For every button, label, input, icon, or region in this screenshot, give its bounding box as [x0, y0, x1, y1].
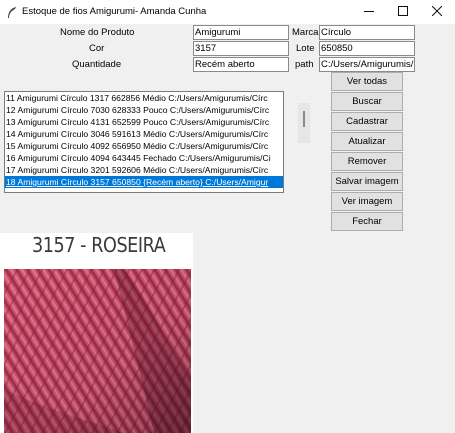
close-icon [431, 5, 443, 18]
list-item[interactable]: 17 Amigurumi Círculo 3201 592606 Médio C… [5, 164, 283, 176]
title-bar[interactable]: Estoque de fios Amigurumi- Amanda Cunha [0, 0, 455, 24]
records-listbox[interactable]: 11 Amigurumi Círculo 1317 662856 Médio C… [4, 91, 284, 193]
fechar-button[interactable]: Fechar [331, 212, 403, 231]
remover-button[interactable]: Remover [331, 152, 403, 171]
cor-label: Cor [89, 43, 105, 54]
quantidade-label: Quantidade [72, 59, 122, 70]
list-item[interactable]: 12 Amigurumi Círculo 7030 628333 Pouco C… [5, 104, 283, 116]
listbox-scrollbar[interactable] [298, 103, 310, 143]
list-item[interactable]: 11 Amigurumi Círculo 1317 662856 Médio C… [5, 92, 283, 104]
maximize-button[interactable] [386, 0, 420, 24]
list-item[interactable]: 16 Amigurumi Círculo 4094 643445 Fechado… [5, 152, 283, 164]
quantidade-field[interactable]: Recém aberto [193, 57, 289, 72]
path-field[interactable]: C:/Users/Amigurumis/ [319, 57, 415, 72]
nome-produto-label: Nome do Produto [60, 27, 135, 38]
list-item[interactable]: 15 Amigurumi Círculo 4092 656950 Médio C… [5, 140, 283, 152]
cor-field[interactable]: 3157 [193, 41, 289, 56]
ver-imagem-button[interactable]: Ver imagem [331, 192, 403, 211]
photo-caption: 3157 - ROSEIRA [32, 233, 166, 257]
list-item-selected[interactable]: 18 Amigurumi Círculo 3157 650850 {Recém … [5, 176, 283, 188]
path-label: path [295, 59, 314, 70]
minimize-icon [364, 6, 374, 18]
minimize-button[interactable] [352, 0, 386, 24]
feather-icon [7, 7, 17, 22]
scrollbar-thumb[interactable] [303, 111, 305, 127]
nome-produto-field[interactable]: Amigurumi [193, 25, 289, 40]
cadastrar-button[interactable]: Cadastrar [331, 112, 403, 131]
list-item[interactable]: 13 Amigurumi Círculo 4131 652599 Pouco C… [5, 116, 283, 128]
maximize-icon [398, 6, 408, 18]
salvar-imagem-button[interactable]: Salvar imagem [331, 172, 403, 191]
atualizar-button[interactable]: Atualizar [331, 132, 403, 151]
buscar-button[interactable]: Buscar [331, 92, 403, 111]
ver-todas-button[interactable]: Ver todas [331, 72, 403, 91]
lote-label: Lote [296, 43, 315, 54]
close-button[interactable] [420, 0, 454, 24]
yarn-image [4, 269, 191, 433]
marca-label: Marca [292, 27, 319, 38]
yarn-photo: 3157 - ROSEIRA [0, 233, 193, 433]
lote-field[interactable]: 650850 [319, 41, 415, 56]
app-window: Estoque de fios Amigurumi- Amanda Cunha … [0, 0, 455, 433]
marca-field[interactable]: Círculo [319, 25, 415, 40]
list-item[interactable]: 14 Amigurumi Círculo 3046 591613 Médio C… [5, 128, 283, 140]
window-title: Estoque de fios Amigurumi- Amanda Cunha [22, 6, 207, 17]
